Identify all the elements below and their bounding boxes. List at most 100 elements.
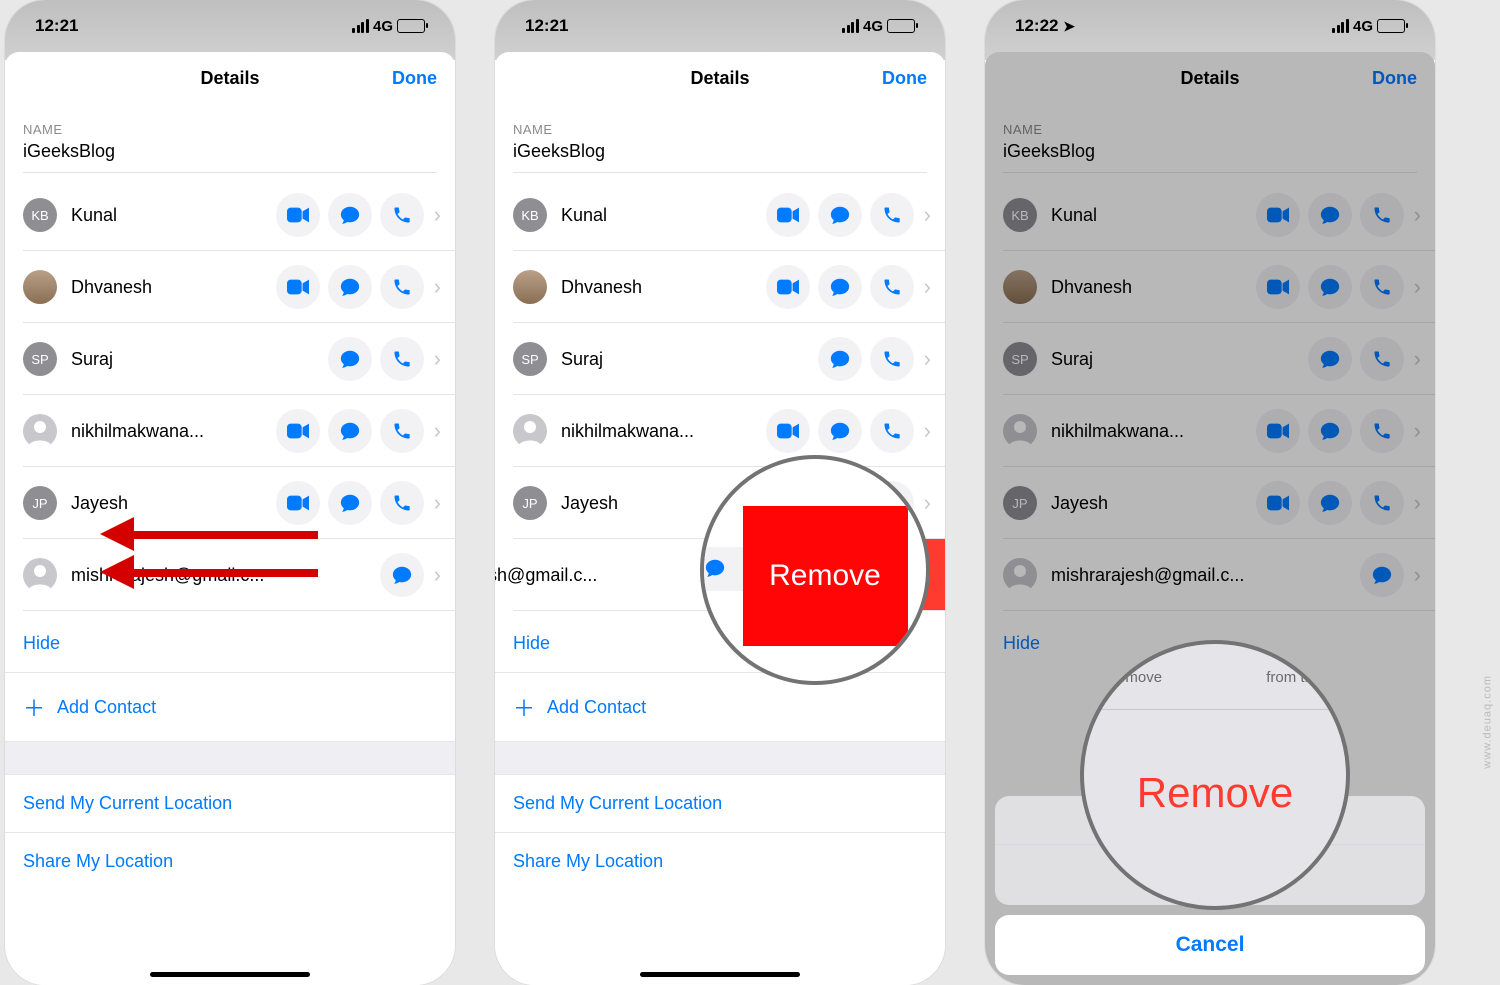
add-contact-button[interactable]: ＋ Add Contact: [495, 672, 945, 741]
add-contact-button[interactable]: ＋ Add Contact: [5, 672, 455, 741]
group-name[interactable]: iGeeksBlog: [513, 141, 927, 162]
chevron-right-icon: ›: [1414, 202, 1421, 228]
contact-row[interactable]: KBKunal›: [5, 179, 455, 251]
callout-remove-confirm: Remove from this Remove: [1080, 640, 1350, 910]
video-icon[interactable]: [766, 193, 810, 237]
video-icon[interactable]: [1256, 193, 1300, 237]
contact-row[interactable]: JPJayesh›: [985, 467, 1435, 539]
battery-icon: [887, 19, 915, 33]
done-button[interactable]: Done: [882, 68, 927, 89]
done-button[interactable]: Done: [1372, 68, 1417, 89]
video-icon[interactable]: [276, 193, 320, 237]
contact-row[interactable]: KBKunal›: [985, 179, 1435, 251]
message-icon[interactable]: [328, 337, 372, 381]
message-icon[interactable]: [1308, 193, 1352, 237]
chevron-right-icon: ›: [1414, 274, 1421, 300]
call-icon[interactable]: [380, 265, 424, 309]
chevron-right-icon: ›: [434, 418, 441, 444]
message-icon[interactable]: [818, 409, 862, 453]
watermark: www.deuaq.com: [1482, 675, 1494, 769]
avatar: KB: [513, 198, 547, 232]
video-icon[interactable]: [276, 265, 320, 309]
message-icon[interactable]: [328, 193, 372, 237]
home-indicator[interactable]: [150, 972, 310, 977]
contact-name: Suraj: [561, 349, 818, 370]
group-name[interactable]: iGeeksBlog: [23, 141, 437, 162]
action-sheet-cancel-button[interactable]: Cancel: [995, 915, 1425, 975]
call-icon[interactable]: [380, 481, 424, 525]
contact-row[interactable]: SPSuraj›: [495, 323, 945, 395]
video-icon[interactable]: [1256, 265, 1300, 309]
network-label: 4G: [863, 18, 883, 35]
call-icon[interactable]: [1360, 409, 1404, 453]
call-icon[interactable]: [870, 409, 914, 453]
signal-icon: [352, 19, 369, 33]
callout-remove-swipe: Remove: [700, 455, 930, 685]
call-icon[interactable]: [1360, 265, 1404, 309]
group-name[interactable]: iGeeksBlog: [1003, 141, 1417, 162]
details-sheet: Details Done NAME iGeeksBlog KBKunal›Dhv…: [5, 52, 455, 985]
avatar: [1003, 270, 1037, 304]
message-icon[interactable]: [1308, 409, 1352, 453]
contact-row[interactable]: nikhilmakwana...›: [5, 395, 455, 467]
done-button[interactable]: Done: [392, 68, 437, 89]
call-icon[interactable]: [870, 265, 914, 309]
contact-name: Suraj: [1051, 349, 1308, 370]
chevron-right-icon: ›: [1414, 490, 1421, 516]
chevron-right-icon: ›: [434, 490, 441, 516]
sheet-title: Details: [200, 68, 259, 89]
message-icon[interactable]: [1308, 481, 1352, 525]
share-location-button[interactable]: Share My Location: [5, 832, 455, 890]
send-location-button[interactable]: Send My Current Location: [5, 775, 455, 832]
contact-name: Jayesh: [71, 493, 276, 514]
send-location-button[interactable]: Send My Current Location: [495, 775, 945, 832]
network-label: 4G: [1353, 18, 1373, 35]
contact-name: mishrarajesh@gmail.c...: [1051, 565, 1360, 586]
contact-row[interactable]: Dhvanesh›: [5, 251, 455, 323]
call-icon[interactable]: [870, 193, 914, 237]
contact-row[interactable]: KBKunal›: [495, 179, 945, 251]
contact-row[interactable]: Dhvanesh›: [495, 251, 945, 323]
status-bar: 12:22 ➤ 4G: [985, 0, 1435, 48]
message-icon[interactable]: [328, 265, 372, 309]
avatar: [513, 414, 547, 448]
avatar: SP: [23, 342, 57, 376]
message-icon[interactable]: [328, 481, 372, 525]
contact-row[interactable]: nikhilmakwana...›: [495, 395, 945, 467]
video-icon[interactable]: [766, 409, 810, 453]
swipe-left-arrows: [100, 525, 320, 601]
message-icon[interactable]: [818, 193, 862, 237]
home-indicator[interactable]: [640, 972, 800, 977]
video-icon[interactable]: [1256, 481, 1300, 525]
plus-icon: ＋: [23, 691, 45, 723]
hide-link[interactable]: Hide: [5, 611, 455, 672]
share-location-button[interactable]: Share My Location: [495, 832, 945, 890]
message-icon[interactable]: [1360, 553, 1404, 597]
message-icon[interactable]: [1308, 265, 1352, 309]
contact-row[interactable]: SPSuraj›: [985, 323, 1435, 395]
video-icon[interactable]: [766, 265, 810, 309]
contact-row[interactable]: mishrarajesh@gmail.c...›: [985, 539, 1435, 611]
network-label: 4G: [373, 18, 393, 35]
battery-icon: [397, 19, 425, 33]
contact-row[interactable]: nikhilmakwana...›: [985, 395, 1435, 467]
video-icon[interactable]: [276, 409, 320, 453]
message-icon[interactable]: [818, 337, 862, 381]
call-icon[interactable]: [1360, 193, 1404, 237]
message-icon[interactable]: [328, 409, 372, 453]
call-icon[interactable]: [380, 193, 424, 237]
video-icon[interactable]: [1256, 409, 1300, 453]
message-icon[interactable]: [380, 553, 424, 597]
call-icon[interactable]: [380, 409, 424, 453]
call-icon[interactable]: [1360, 337, 1404, 381]
call-icon[interactable]: [1360, 481, 1404, 525]
contact-name: Kunal: [1051, 205, 1256, 226]
status-bar: 12:21 4G: [495, 0, 945, 48]
message-icon[interactable]: [1308, 337, 1352, 381]
contact-row[interactable]: Dhvanesh›: [985, 251, 1435, 323]
contact-row[interactable]: SPSuraj›: [5, 323, 455, 395]
video-icon[interactable]: [276, 481, 320, 525]
call-icon[interactable]: [380, 337, 424, 381]
call-icon[interactable]: [870, 337, 914, 381]
message-icon[interactable]: [818, 265, 862, 309]
